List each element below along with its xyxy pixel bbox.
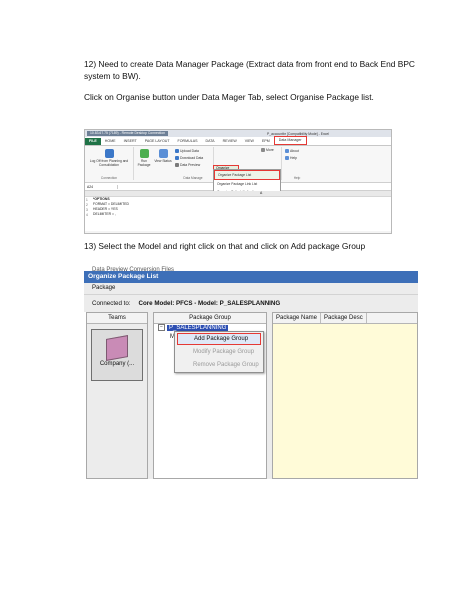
logoff-icon <box>104 149 114 158</box>
tab-file[interactable]: FILE <box>85 138 101 145</box>
view-status-button[interactable]: View Status <box>154 149 172 163</box>
upload-button[interactable]: Upload Data <box>175 149 199 153</box>
run-package-label: Run Package <box>137 159 151 167</box>
group-connection-label: Connection <box>100 176 118 180</box>
group-help: About Help Help <box>281 147 312 180</box>
name-box[interactable]: A24 <box>85 184 118 189</box>
package-desc-header[interactable]: Package Desc <box>321 313 367 323</box>
run-package-button[interactable]: Run Package <box>135 149 153 167</box>
modify-package-group-item[interactable]: Modify Package Group <box>175 346 263 359</box>
excel-doc-title: P_accountbr [Compatibility Mode] - Excel <box>267 131 329 136</box>
package-columns: Package Name Package Desc <box>273 313 417 324</box>
preview-button[interactable]: Data Preview <box>175 163 200 167</box>
tab-epm[interactable]: EPM <box>258 138 274 145</box>
about-icon <box>285 149 289 153</box>
run-package-icon <box>139 149 149 158</box>
logoff-button[interactable]: Log Off from Planning and Consolidation <box>87 149 131 167</box>
download-label: Download Data <box>180 156 204 160</box>
download-button[interactable]: Download Data <box>175 156 203 160</box>
cell-text[interactable]: *OPTIONS <box>93 197 110 201</box>
package-group-header: Package Group <box>154 313 266 324</box>
window-title: Organize Package List <box>84 271 418 283</box>
package-name-header[interactable]: Package Name <box>273 313 322 323</box>
more-icon <box>261 148 265 152</box>
package-group-pane: Package Group − P_SALESPLANNING MAS Add … <box>153 312 267 479</box>
group-help-label: Help <box>293 176 301 180</box>
about-button[interactable]: About <box>285 149 299 153</box>
logoff-label: Log Off from Planning and Consolidation <box>89 159 129 167</box>
context-menu: Add Package Group Modify Package Group R… <box>174 331 264 373</box>
tab-formulas[interactable]: FORMULAS <box>174 138 202 145</box>
menu-package[interactable]: Package <box>84 283 418 295</box>
cell-text[interactable]: FORMAT = DELIMITED <box>93 202 129 206</box>
about-label: About <box>290 149 299 153</box>
ribbon: Log Off from Planning and Consolidation … <box>85 146 391 197</box>
rdp-title: 10.83.67.75 (7189) - Remote Desktop Conn… <box>87 131 169 136</box>
more-label: More <box>266 148 274 152</box>
row-number: 4 <box>86 213 88 217</box>
group-data-manage: Upload Data Download Data Data Preview D… <box>173 147 214 180</box>
group-data-manage-label: Data Manage <box>183 176 203 180</box>
tree-node-label[interactable]: P_SALESPLANNING <box>167 324 229 331</box>
tab-data[interactable]: DATA <box>202 138 219 145</box>
organize-package-list-window: Data Preview Conversion Files Organize P… <box>84 265 418 479</box>
excel-screenshot: 10.83.67.75 (7189) - Remote Desktop Conn… <box>84 129 392 234</box>
preview-label: Data Preview <box>180 163 201 167</box>
cell-text[interactable]: HEADER = YES <box>93 207 118 211</box>
excel-titlebar: 10.83.67.75 (7189) - Remote Desktop Conn… <box>85 130 391 137</box>
tab-home[interactable]: HOME <box>101 138 120 145</box>
instruction-text: Click on Organise button under Data Mage… <box>84 92 374 102</box>
add-package-group-item[interactable]: Add Package Group <box>177 333 261 345</box>
more-button[interactable]: More <box>261 148 274 152</box>
view-status-label: View Status <box>154 159 172 163</box>
help-button[interactable]: Help <box>285 156 297 160</box>
view-status-icon <box>158 149 168 158</box>
connected-model: Core Model: PFCS - Model: P_SALESPLANNIN… <box>138 300 281 307</box>
connected-label: Connected to: <box>92 300 131 307</box>
tab-page-layout[interactable]: PAGE LAYOUT <box>141 138 174 145</box>
upload-label: Upload Data <box>180 149 199 153</box>
tab-data-manager[interactable]: Data Manager <box>273 136 307 145</box>
sheet-grid: A 1 *OPTIONS 2 FORMAT = DELIMITED 3 HEAD… <box>85 191 391 231</box>
tab-review[interactable]: REVIEW <box>219 138 241 145</box>
download-icon <box>175 156 179 160</box>
column-letter: A <box>260 191 263 195</box>
company-team[interactable]: Company (... <box>91 329 143 381</box>
help-label: Help <box>290 156 297 160</box>
tab-insert[interactable]: INSERT <box>120 138 141 145</box>
step12-text: 12) Need to create Data Manager Package … <box>84 59 415 81</box>
panes: Teams Company (... Package Group − P_SAL… <box>86 312 418 479</box>
help-icon <box>285 156 289 160</box>
package-list-pane: Package Name Package Desc <box>272 312 418 479</box>
menu-organize-package-list[interactable]: Organize Package List <box>214 170 280 180</box>
company-label: Company (... <box>99 361 135 367</box>
step13-text: 13) Select the Model and right click on … <box>84 241 366 251</box>
teams-header: Teams <box>87 313 147 324</box>
row-number: 3 <box>86 208 88 212</box>
preview-icon <box>175 163 179 167</box>
row-number: 2 <box>86 203 88 207</box>
collapse-icon[interactable]: − <box>158 324 165 331</box>
column-header: A <box>85 191 391 197</box>
tab-view[interactable]: VIEW <box>241 138 258 145</box>
ribbon-tabs: FILE HOME INSERT PAGE LAYOUT FORMULAS DA… <box>85 136 391 146</box>
menu-organize-package-link-list[interactable]: Organize Package Link List <box>214 180 280 188</box>
company-icon <box>106 335 128 361</box>
group-connection: Log Off from Planning and Consolidation … <box>85 147 134 180</box>
cell-text[interactable]: DELIMITER = , <box>93 212 116 216</box>
upload-icon <box>175 149 179 153</box>
tree-node-model[interactable]: − P_SALESPLANNING <box>158 324 229 331</box>
teams-pane: Teams Company (... <box>86 312 148 479</box>
remove-package-group-item[interactable]: Remove Package Group <box>175 359 263 372</box>
row-number: 1 <box>86 198 88 202</box>
connection-info: Connected to: Core Model: PFCS - Model: P… <box>84 295 418 312</box>
group-run: Run Package View Status <box>133 147 173 180</box>
